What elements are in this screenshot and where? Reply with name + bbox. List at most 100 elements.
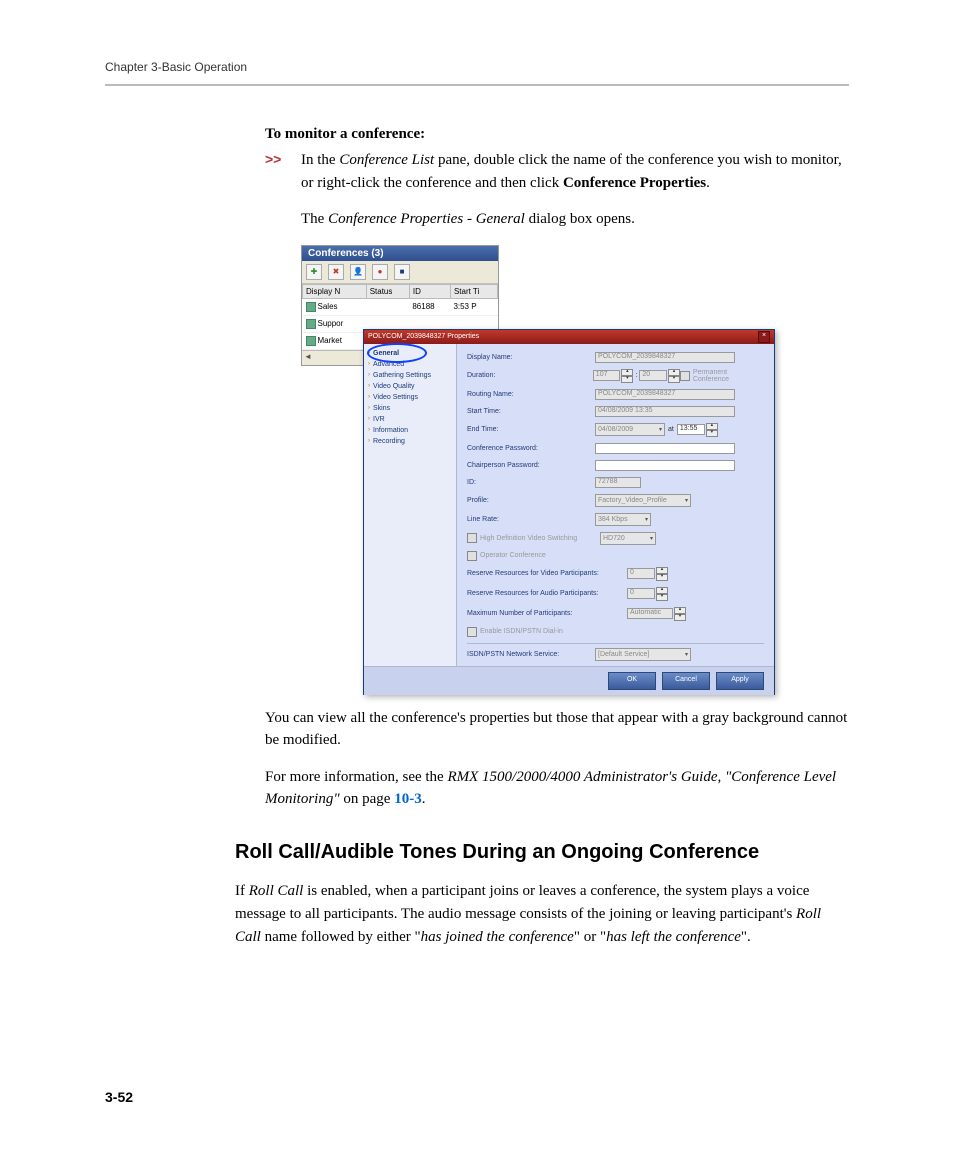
paragraph: The Conference Properties - General dial…: [301, 208, 849, 231]
chevron-icon: ›: [368, 427, 370, 433]
start-time-label: Start Time:: [467, 408, 595, 415]
document-page: Chapter 3-Basic Operation To monitor a c…: [0, 0, 954, 1155]
conf-pw-field[interactable]: [595, 443, 735, 454]
conferences-title: Conferences (3): [302, 246, 498, 261]
properties-dialog: POLYCOM_2039848327 Properties × ›General…: [363, 329, 775, 695]
permanent-checkbox: [680, 371, 690, 381]
spinner-icon[interactable]: ▴▾: [621, 369, 633, 383]
nav-skins[interactable]: ›Skins: [364, 403, 456, 414]
isdn-service-select[interactable]: [Default Service]: [595, 648, 691, 661]
routing-name-label: Routing Name:: [467, 391, 595, 398]
reserve-video-label: Reserve Resources for Video Participants…: [467, 570, 627, 577]
body-content: To monitor a conference: >> In the Confe…: [265, 126, 849, 811]
conference-icon: [306, 319, 316, 329]
procedure-title: To monitor a conference:: [265, 126, 849, 143]
nav-gathering[interactable]: ›Gathering Settings: [364, 370, 456, 381]
linerate-select[interactable]: 384 Kbps: [595, 513, 651, 526]
col-status[interactable]: Status: [366, 284, 409, 298]
duration-h-field: 107: [593, 370, 621, 381]
nav-video-quality[interactable]: ›Video Quality: [364, 381, 456, 392]
paragraph: For more information, see the RMX 1500/2…: [265, 766, 849, 811]
record-icon[interactable]: ●: [372, 264, 388, 280]
end-date-select[interactable]: 04/08/2009: [595, 423, 665, 436]
delete-icon[interactable]: ✖: [328, 264, 344, 280]
conference-icon: [306, 302, 316, 312]
cancel-button[interactable]: Cancel: [662, 672, 710, 690]
screenshot-figure: Conferences (3) ✚ ✖ 👤 ● ■ Display N Stat…: [301, 245, 773, 693]
display-name-field: POLYCOM_2039848327: [595, 352, 735, 363]
conference-icon: [306, 336, 316, 346]
id-field: 72788: [595, 477, 641, 488]
chevron-icon: ›: [368, 416, 370, 422]
nav-video-settings[interactable]: ›Video Settings: [364, 392, 456, 403]
duration-label: Duration:: [467, 372, 593, 379]
header-rule: [105, 84, 849, 86]
chevron-icon: ›: [368, 394, 370, 400]
apply-button[interactable]: Apply: [716, 672, 764, 690]
step-row: >> In the Conference List pane, double c…: [265, 149, 849, 194]
nav-recording[interactable]: ›Recording: [364, 436, 456, 447]
spinner-icon[interactable]: ▴▾: [674, 607, 686, 621]
section-paragraph: If Roll Call is enabled, when a particip…: [235, 880, 849, 950]
close-icon[interactable]: ×: [758, 331, 770, 343]
step-marker: >>: [265, 149, 301, 194]
duration-m-field: 20: [639, 370, 667, 381]
end-time-field[interactable]: 13:55: [677, 424, 705, 435]
reserve-video-field: 0: [627, 568, 655, 579]
nav-advanced[interactable]: ›Advanced: [364, 359, 456, 370]
table-row[interactable]: Sales 86188 3:53 P: [303, 298, 498, 315]
routing-name-field: POLYCOM_2039848327: [595, 389, 735, 400]
nav-information[interactable]: ›Information: [364, 425, 456, 436]
page-link[interactable]: 10-3: [394, 791, 422, 807]
profile-label: Profile:: [467, 497, 595, 504]
dialog-titlebar[interactable]: POLYCOM_2039848327 Properties ×: [364, 330, 774, 344]
nav-general[interactable]: ›General: [364, 348, 456, 359]
max-part-label: Maximum Number of Participants:: [467, 610, 627, 617]
display-name-label: Display Name:: [467, 354, 595, 361]
isdn-checkbox: [467, 627, 477, 637]
col-id[interactable]: ID: [409, 284, 450, 298]
chevron-icon: ›: [368, 405, 370, 411]
spinner-icon[interactable]: ▴▾: [668, 369, 680, 383]
dialog-nav: ›General ›Advanced ›Gathering Settings ›…: [364, 344, 457, 666]
stop-icon[interactable]: ■: [394, 264, 410, 280]
section-heading: Roll Call/Audible Tones During an Ongoin…: [235, 839, 849, 866]
chevron-icon: ›: [368, 438, 370, 444]
chair-pw-label: Chairperson Password:: [467, 462, 595, 469]
reserve-audio-field: 0: [627, 588, 655, 599]
id-label: ID:: [467, 479, 595, 486]
conf-pw-label: Conference Password:: [467, 445, 595, 452]
conferences-toolbar: ✚ ✖ 👤 ● ■: [302, 261, 498, 284]
start-time-field: 04/08/2009 13:35: [595, 406, 735, 417]
opconf-checkbox: [467, 551, 477, 561]
chair-pw-field[interactable]: [595, 460, 735, 471]
spinner-icon[interactable]: ▴▾: [706, 423, 718, 437]
nav-ivr[interactable]: ›IVR: [364, 414, 456, 425]
spinner-icon[interactable]: ▴▾: [656, 567, 668, 581]
reserve-audio-label: Reserve Resources for Audio Participants…: [467, 590, 627, 597]
chapter-header: Chapter 3-Basic Operation: [105, 60, 849, 74]
ok-button[interactable]: OK: [608, 672, 656, 690]
col-display[interactable]: Display N: [303, 284, 367, 298]
col-start[interactable]: Start Ti: [450, 284, 497, 298]
step-text: In the Conference List pane, double clic…: [301, 149, 849, 194]
spinner-icon[interactable]: ▴▾: [656, 587, 668, 601]
hd-checkbox: [467, 533, 477, 543]
linerate-label: Line Rate:: [467, 516, 595, 523]
chevron-icon: ›: [368, 361, 370, 367]
chevron-icon: ›: [368, 350, 370, 356]
dialog-title: POLYCOM_2039848327 Properties: [368, 333, 479, 340]
chevron-icon: ›: [368, 372, 370, 378]
max-part-field: Automatic: [627, 608, 673, 619]
participant-icon[interactable]: 👤: [350, 264, 366, 280]
paragraph: You can view all the conference's proper…: [265, 707, 849, 752]
dialog-form: Display Name: POLYCOM_2039848327 Duratio…: [457, 344, 774, 666]
chevron-icon: ›: [368, 383, 370, 389]
profile-select[interactable]: Factory_Video_Profile: [595, 494, 691, 507]
hd-select: HD720: [600, 532, 656, 545]
dialog-buttons: OK Cancel Apply: [364, 666, 774, 695]
end-time-label: End Time:: [467, 426, 595, 433]
page-number: 3-52: [105, 1089, 133, 1105]
isdn-service-label: ISDN/PSTN Network Service:: [467, 651, 595, 658]
add-icon[interactable]: ✚: [306, 264, 322, 280]
